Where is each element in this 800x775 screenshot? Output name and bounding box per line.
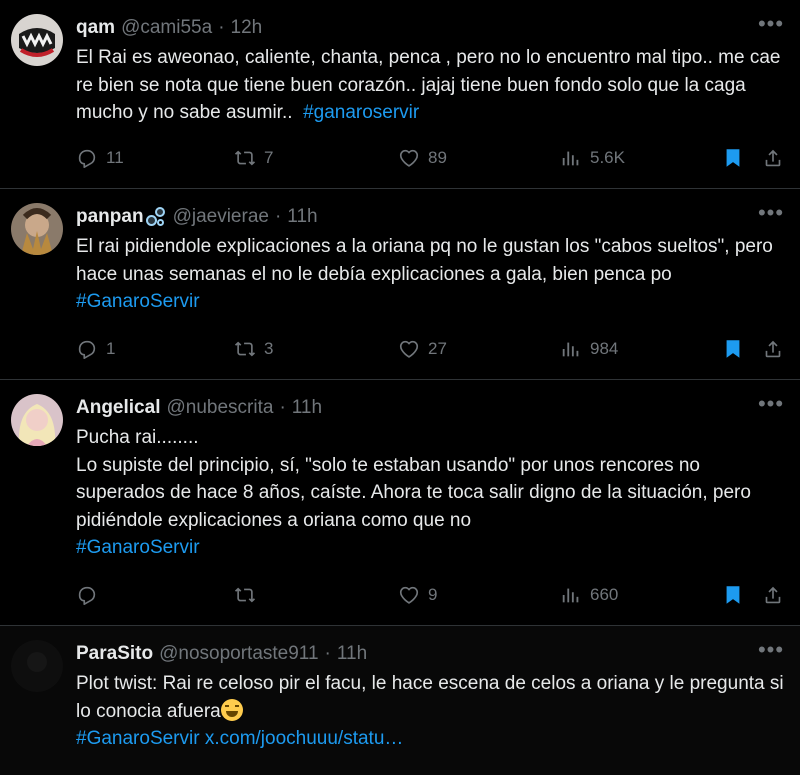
hashtag-link[interactable]: #GanaroServir	[76, 537, 200, 558]
external-link[interactable]: x.com/joochuuu/statu…	[205, 728, 404, 749]
tweet-text-body: El rai pidiendole explicaciones a la ori…	[76, 236, 779, 285]
retweet-count: 7	[264, 148, 274, 167]
author-handle[interactable]: @nubescrita	[166, 397, 273, 419]
share-button[interactable]	[762, 144, 784, 172]
hashtag-link[interactable]: #ganaroservir	[303, 102, 419, 123]
tweet[interactable]: ParaSito @nosoportaste911 · 11h ••• Plot…	[0, 626, 800, 775]
tweet-header: panpan @jaevierae · 11h	[76, 203, 786, 231]
tweet-text: El rai pidiendole explicaciones a la ori…	[76, 233, 786, 316]
tears-of-joy-emoji-icon	[220, 698, 243, 721]
tweet-text: El Rai es aweonao, caliente, chanta, pen…	[76, 44, 786, 127]
author-handle[interactable]: @nosoportaste911	[159, 643, 318, 665]
views-button[interactable]: 984	[560, 335, 618, 363]
retweet-button[interactable]	[234, 581, 264, 609]
like-button[interactable]: 27	[398, 335, 447, 363]
retweet-icon	[234, 341, 256, 357]
like-button[interactable]: 89	[398, 144, 447, 172]
share-icon	[765, 149, 781, 167]
retweet-icon	[234, 150, 256, 166]
heart-icon	[399, 340, 419, 358]
separator-dot: ·	[279, 397, 286, 418]
reply-icon	[78, 149, 96, 168]
bubbles-emoji-icon	[145, 206, 167, 228]
tweet-text-body: Pucha rai........ Lo supiste del princip…	[76, 427, 751, 531]
reply-button[interactable]	[76, 581, 106, 609]
action-bar: 9 660	[76, 581, 786, 609]
separator-dot: ·	[274, 206, 282, 227]
bookmark-icon	[726, 340, 740, 358]
heart-icon	[399, 586, 419, 604]
views-count: 984	[590, 339, 619, 358]
tweet-header: Angelical @nubescrita · 11h	[76, 394, 786, 422]
like-count: 27	[428, 339, 447, 358]
tweet-text: Plot twist: Rai re celoso pir el facu, l…	[76, 670, 786, 753]
tweet-text-body: El Rai es aweonao, caliente, chanta, pen…	[76, 47, 786, 123]
views-button[interactable]: 5.6K	[560, 144, 625, 172]
reply-icon	[78, 340, 96, 359]
retweet-button[interactable]: 7	[234, 144, 273, 172]
views-chart-icon	[562, 151, 579, 166]
reply-count: 1	[106, 339, 116, 358]
author-handle[interactable]: @cami55a	[121, 17, 212, 39]
tweet[interactable]: Angelical @nubescrita · 11h ••• Pucha ra…	[0, 380, 800, 626]
like-button[interactable]: 9	[398, 581, 437, 609]
bookmark-button[interactable]	[722, 581, 744, 609]
share-icon	[765, 340, 781, 358]
retweet-button[interactable]: 3	[234, 335, 273, 363]
more-options-icon[interactable]: •••	[756, 202, 786, 231]
more-options-icon[interactable]: •••	[756, 639, 786, 668]
author-name[interactable]: ParaSito	[76, 643, 153, 665]
views-chart-icon	[562, 342, 579, 357]
share-button[interactable]	[762, 335, 784, 363]
author-name[interactable]: qam	[76, 17, 115, 39]
reply-count: 11	[106, 148, 124, 167]
views-count: 660	[590, 585, 619, 604]
timestamp[interactable]: 11h	[287, 206, 317, 228]
timestamp[interactable]: 11h	[337, 643, 367, 665]
like-count: 89	[428, 148, 447, 167]
timestamp[interactable]: 11h	[292, 397, 322, 419]
separator-dot: ·	[324, 643, 331, 664]
author-name[interactable]: Angelical	[76, 397, 160, 419]
views-count: 5.6K	[590, 148, 625, 167]
author-name[interactable]: panpan	[76, 206, 144, 228]
author-handle[interactable]: @jaevierae	[173, 206, 269, 228]
tweet-header: ParaSito @nosoportaste911 · 11h	[76, 640, 786, 668]
heart-icon	[399, 149, 419, 167]
bookmark-button[interactable]	[722, 144, 744, 172]
bookmark-icon	[726, 586, 740, 604]
bookmark-icon	[726, 149, 740, 167]
views-button[interactable]: 660	[560, 581, 618, 609]
retweet-count: 3	[264, 339, 274, 358]
share-button[interactable]	[762, 581, 784, 609]
avatar[interactable]	[11, 203, 63, 255]
action-bar: 11 7 89 5.6K	[76, 144, 786, 172]
hashtag-link[interactable]: #GanaroServir	[76, 291, 200, 312]
reply-icon	[78, 586, 96, 605]
separator-dot: ·	[218, 17, 225, 38]
tweet-text-body: Plot twist: Rai re celoso pir el facu, l…	[76, 673, 789, 722]
retweet-icon	[234, 587, 256, 603]
bookmark-button[interactable]	[722, 335, 744, 363]
views-chart-icon	[562, 588, 579, 603]
reply-button[interactable]: 11	[76, 144, 124, 172]
tweet-text: Pucha rai........ Lo supiste del princip…	[76, 424, 786, 562]
tweet[interactable]: qam @cami55a · 12h ••• El Rai es aweonao…	[0, 0, 800, 189]
tweet-header: qam @cami55a · 12h	[76, 14, 786, 42]
like-count: 9	[428, 585, 438, 604]
more-options-icon[interactable]: •••	[756, 13, 786, 42]
timestamp[interactable]: 12h	[231, 17, 263, 39]
avatar[interactable]	[11, 394, 63, 446]
tweet[interactable]: panpan @jaevierae · 11h ••• El rai pidie…	[0, 189, 800, 380]
action-bar: 1 3 27 984	[76, 335, 786, 363]
avatar[interactable]	[11, 14, 63, 66]
share-icon	[765, 586, 781, 604]
more-options-icon[interactable]: •••	[756, 393, 786, 422]
hashtag-link[interactable]: #GanaroServir	[76, 728, 200, 749]
avatar[interactable]	[11, 640, 63, 692]
reply-button[interactable]: 1	[76, 335, 115, 363]
